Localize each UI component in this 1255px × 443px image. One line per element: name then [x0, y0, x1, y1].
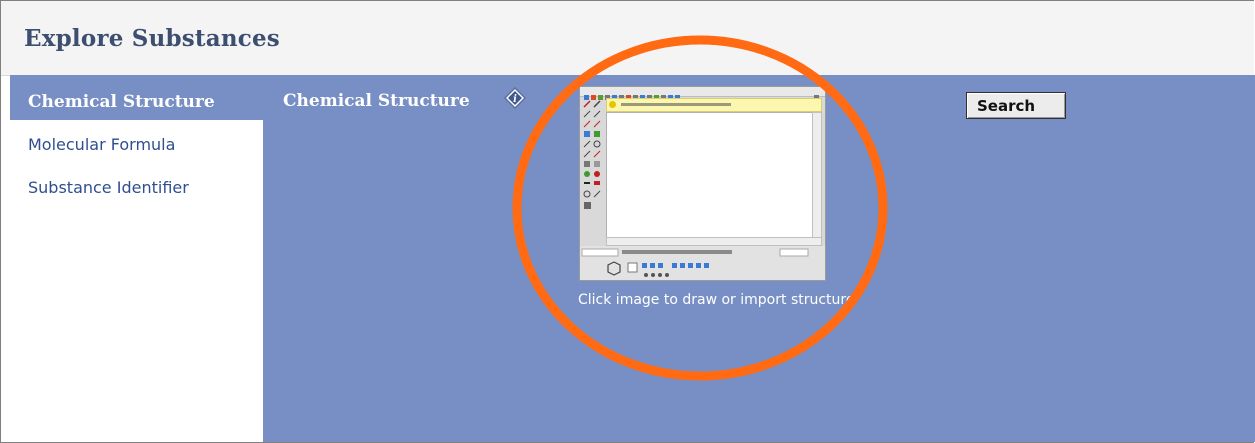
editor-hint-bar	[606, 98, 822, 112]
page-frame: Explore Substances Chemical Structure Mo…	[0, 0, 1255, 443]
editor-tool-palette	[583, 100, 601, 209]
editor-hscroll-thumb	[606, 237, 822, 246]
hint-icon	[609, 101, 616, 108]
sidebar-item-label: Molecular Formula	[28, 135, 176, 154]
editor-toolbar-thumb	[580, 87, 825, 100]
panel-heading: Chemical Structure	[283, 91, 470, 111]
svg-text:i: i	[513, 94, 517, 105]
sidebar-top-strip	[10, 75, 263, 84]
page-title: Explore Substances	[24, 25, 280, 52]
editor-vscroll-thumb	[812, 112, 822, 238]
search-panel: Chemical Structure i Click image to draw…	[263, 75, 1255, 442]
sidebar-item-label: Chemical Structure	[28, 92, 215, 112]
editor-bottom-panel	[580, 246, 825, 280]
sidebar: Chemical Structure Molecular Formula Sub…	[10, 84, 263, 442]
info-diamond-icon[interactable]: i	[504, 87, 526, 109]
structure-editor-thumbnail[interactable]	[579, 86, 826, 281]
sidebar-item-label: Substance Identifier	[28, 178, 189, 197]
sidebar-item-substance-identifier[interactable]: Substance Identifier	[10, 170, 263, 206]
page-header: Explore Substances	[1, 1, 1254, 76]
sidebar-item-chemical-structure[interactable]: Chemical Structure	[10, 84, 263, 120]
editor-canvas-thumb	[606, 112, 814, 238]
search-button[interactable]: Search	[966, 92, 1066, 119]
hint-text-thumb	[621, 103, 731, 106]
sidebar-item-molecular-formula[interactable]: Molecular Formula	[10, 127, 263, 163]
thumbnail-caption[interactable]: Click image to draw or import structure	[578, 292, 854, 308]
